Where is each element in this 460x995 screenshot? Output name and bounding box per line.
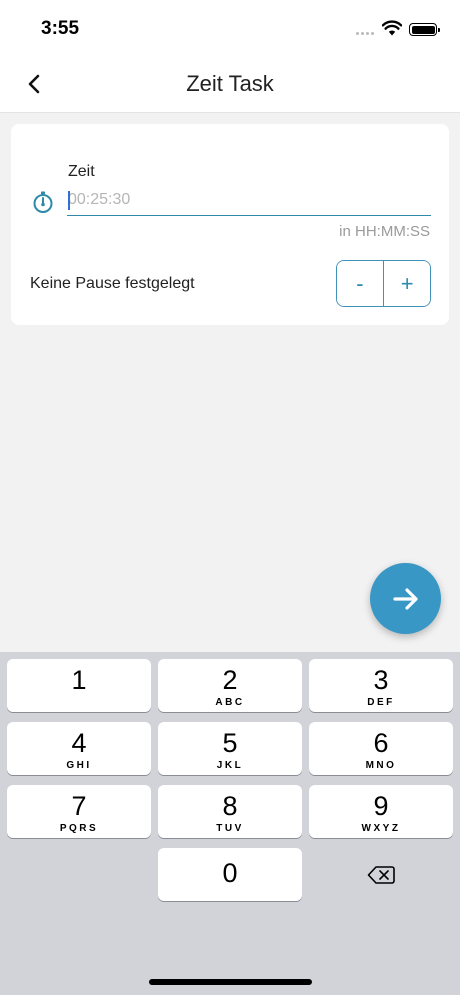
key-digit: 4 bbox=[71, 728, 87, 758]
numeric-keypad: 1 2 ABC 3 DEF 4 GHI 5 JKL 6 MNO 7 PQRS 8… bbox=[0, 652, 460, 995]
pause-increment-button[interactable]: + bbox=[384, 261, 430, 306]
key-digit: 6 bbox=[373, 728, 389, 758]
time-card: Zeit in HH:MM:SS Keine Pause festgelegt … bbox=[11, 124, 449, 325]
wifi-icon bbox=[382, 20, 402, 36]
key-8[interactable]: 8 TUV bbox=[158, 785, 302, 838]
key-digit: 7 bbox=[71, 791, 87, 821]
pause-stepper: - + bbox=[336, 260, 431, 307]
cellular-signal-icon bbox=[356, 32, 376, 36]
next-button[interactable] bbox=[370, 563, 441, 634]
key-5[interactable]: 5 JKL bbox=[158, 722, 302, 775]
key-7[interactable]: 7 PQRS bbox=[7, 785, 151, 838]
pause-decrement-button[interactable]: - bbox=[337, 261, 383, 306]
key-letters: GHI bbox=[66, 760, 92, 771]
page-title: Zeit Task bbox=[186, 71, 274, 96]
key-4[interactable]: 4 GHI bbox=[7, 722, 151, 775]
key-2[interactable]: 2 ABC bbox=[158, 659, 302, 712]
key-digit: 0 bbox=[222, 858, 238, 888]
key-letters: JKL bbox=[216, 760, 244, 771]
time-format-hint: in HH:MM:SS bbox=[339, 223, 430, 240]
navigation-bar: Zeit Task bbox=[0, 58, 460, 113]
key-letters: TUV bbox=[216, 823, 244, 834]
time-field-label: Zeit bbox=[68, 163, 95, 180]
home-indicator bbox=[149, 979, 312, 985]
pause-label: Keine Pause festgelegt bbox=[30, 275, 195, 292]
key-digit: 2 bbox=[222, 665, 238, 695]
stopwatch-icon bbox=[33, 191, 53, 213]
battery-icon bbox=[409, 23, 440, 36]
key-letters: ABC bbox=[215, 697, 245, 708]
key-digit: 1 bbox=[71, 665, 87, 695]
status-bar: 3:55 bbox=[0, 0, 460, 58]
key-9[interactable]: 9 WXYZ bbox=[309, 785, 453, 838]
backspace-icon bbox=[367, 865, 395, 884]
key-letters: WXYZ bbox=[361, 823, 401, 834]
time-input[interactable] bbox=[67, 188, 431, 216]
key-digit: 3 bbox=[373, 665, 389, 695]
delete-key[interactable] bbox=[309, 848, 453, 901]
key-1[interactable]: 1 bbox=[7, 659, 151, 712]
key-3[interactable]: 3 DEF bbox=[309, 659, 453, 712]
key-0[interactable]: 0 bbox=[158, 848, 302, 901]
key-6[interactable]: 6 MNO bbox=[309, 722, 453, 775]
key-letters: PQRS bbox=[59, 823, 99, 834]
text-cursor bbox=[68, 191, 70, 210]
status-time: 3:55 bbox=[41, 18, 80, 39]
arrow-right-icon bbox=[392, 587, 418, 610]
key-letters: MNO bbox=[365, 760, 397, 771]
key-letters: DEF bbox=[367, 697, 395, 708]
key-digit: 9 bbox=[373, 791, 389, 821]
key-digit: 8 bbox=[222, 791, 238, 821]
key-digit: 5 bbox=[222, 728, 238, 758]
